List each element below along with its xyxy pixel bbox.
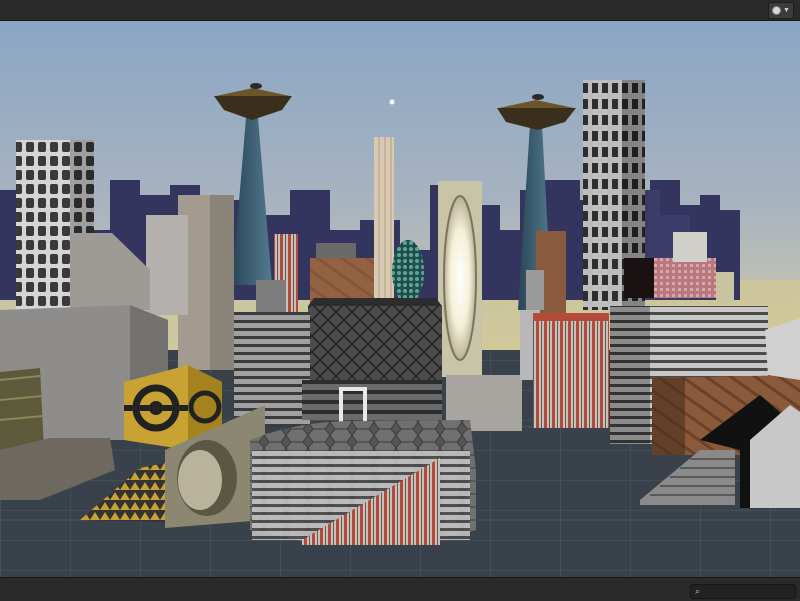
scene-viewport[interactable] xyxy=(0,21,800,577)
scene-status-bar: ⌕ xyxy=(0,577,800,601)
search-input[interactable] xyxy=(700,586,795,597)
scene-toolbar: ▼ xyxy=(0,0,800,21)
sphere-icon xyxy=(772,6,782,15)
hexagon-rotunda[interactable] xyxy=(250,420,476,545)
gizmo-toggle-button[interactable]: ▼ xyxy=(768,2,794,19)
chevron-down-icon: ▼ xyxy=(783,7,790,14)
search-field[interactable]: ⌕ xyxy=(690,584,796,599)
portal-tower[interactable] xyxy=(438,181,482,377)
